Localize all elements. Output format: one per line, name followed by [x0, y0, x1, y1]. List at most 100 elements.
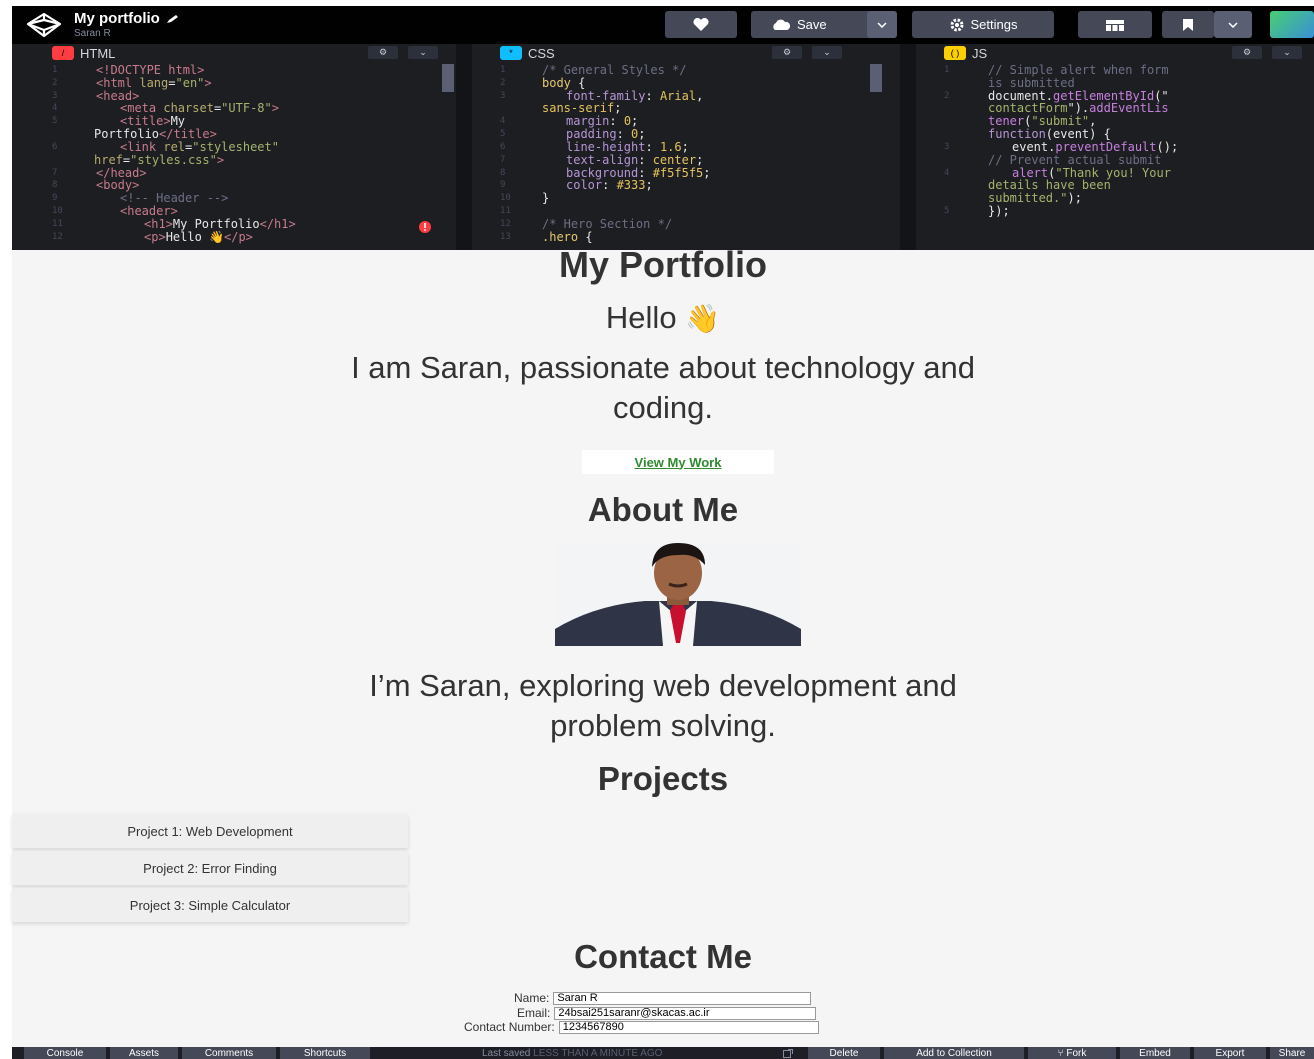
code-editors: / HTML ⚙ ⌄ 1 2 3 4 5 6 7 8 9 10 11 12 <!… [12, 44, 1314, 250]
project-card[interactable]: Project 1: Web Development [12, 814, 408, 848]
line-number: 5 [944, 206, 950, 216]
name-label: Name: [514, 991, 550, 1005]
last-saved-label: Last saved [482, 1047, 531, 1059]
code-line: <!DOCTYPE html> [96, 63, 205, 77]
code-line: details have been [988, 178, 1111, 192]
intro-text-line1: I am Saran, passionate about technology … [351, 350, 975, 385]
line-number: 2 [52, 78, 58, 88]
error-icon[interactable] [418, 220, 432, 234]
line-number: 9 [52, 193, 58, 203]
css-badge-icon: * [500, 46, 522, 60]
external-link-icon[interactable] [778, 1047, 798, 1059]
line-number: 6 [500, 142, 506, 152]
share-button[interactable]: Share [1270, 1047, 1314, 1059]
name-field[interactable] [553, 991, 812, 1005]
code-line: <title>My [120, 114, 186, 128]
save-button[interactable]: Save [751, 11, 877, 38]
greeting: Hello 👋 [12, 300, 1314, 336]
code-line: <body> [96, 178, 140, 192]
line-number: 5 [500, 129, 506, 139]
page-title: My Portfolio [559, 244, 767, 285]
add-to-collection-button[interactable]: Add to Collection [884, 1047, 1024, 1059]
js-editor[interactable]: ( ) JS ⚙ ⌄ 1 2 3 4 5 // Simple alert whe… [916, 44, 1314, 250]
comments-button[interactable]: Comments [182, 1047, 276, 1059]
html-panel-title: HTML [80, 45, 116, 61]
code-line: text-align: center; [566, 153, 704, 167]
html-editor[interactable]: / HTML ⚙ ⌄ 1 2 3 4 5 6 7 8 9 10 11 12 <!… [12, 44, 472, 250]
project-card[interactable]: Project 2: Error Finding [12, 851, 408, 885]
line-number: 8 [52, 180, 58, 190]
settings-button[interactable]: Settings [912, 11, 1054, 38]
chevron-down-icon: ⌄ [419, 47, 427, 58]
html-collapse-button[interactable]: ⌄ [408, 46, 438, 59]
export-button[interactable]: Export [1194, 1047, 1266, 1059]
line-number: 9 [500, 180, 506, 190]
bookmark-icon [1183, 18, 1193, 31]
css-scrollbar[interactable] [870, 64, 882, 92]
code-line: <header> [120, 204, 178, 218]
line-number: 11 [500, 206, 511, 216]
save-dropdown[interactable] [867, 11, 897, 38]
bookmark-button[interactable] [1162, 11, 1214, 38]
result-preview[interactable]: My Portfolio Hello 👋 I am Saran, passion… [12, 244, 1314, 1047]
line-number: 12 [500, 219, 511, 229]
code-line: <link rel="stylesheet" [120, 140, 279, 154]
shortcuts-button[interactable]: Shortcuts [280, 1047, 370, 1059]
js-collapse-button[interactable]: ⌄ [1272, 46, 1302, 59]
layout-icon [1106, 19, 1124, 31]
code-line: }); [988, 204, 1010, 218]
gear-icon: ⚙ [378, 47, 388, 58]
line-number: 5 [52, 116, 58, 126]
about-text-line2: problem solving. [550, 708, 776, 743]
pencil-icon[interactable] [166, 14, 180, 24]
css-settings-button[interactable]: ⚙ [772, 46, 802, 59]
pen-title[interactable]: My portfolio [74, 11, 180, 26]
fork-button[interactable]: ⑂ Fork [1028, 1047, 1116, 1059]
code-line: is submitted [988, 76, 1075, 90]
project-card[interactable]: Project 3: Simple Calculator [12, 888, 408, 922]
editor-header: My portfolio Saran R Save Settings [12, 6, 1314, 44]
code-line: sans-serif; [542, 101, 622, 115]
email-label: Email: [517, 1006, 551, 1020]
assets-button[interactable]: Assets [110, 1047, 178, 1059]
line-number: 10 [500, 193, 511, 203]
projects-heading: Projects [597, 760, 729, 797]
codepen-logo-icon[interactable] [20, 8, 68, 42]
settings-label: Settings [970, 17, 1018, 32]
code-line: /* General Styles */ [542, 63, 687, 77]
email-field[interactable] [554, 1006, 817, 1020]
code-line: Portfolio</title> [94, 127, 217, 141]
css-editor[interactable]: * CSS ⚙ ⌄ 1 2 3 4 5 6 7 8 9 10 11 12 13 … [472, 44, 916, 250]
code-line: padding: 0; [566, 127, 646, 141]
last-saved-time: LESS THAN A MINUTE AGO [533, 1047, 663, 1059]
line-number: 8 [500, 168, 506, 178]
chevron-down-icon [1228, 21, 1238, 28]
layout-button[interactable] [1078, 11, 1152, 38]
phone-row: Contact Number: [464, 1020, 819, 1034]
code-line: submitted."); [988, 191, 1082, 205]
cloud-icon [773, 19, 791, 30]
line-number: 4 [500, 116, 506, 126]
js-settings-button[interactable]: ⚙ [1232, 46, 1262, 59]
delete-button[interactable]: Delete [808, 1047, 880, 1059]
user-avatar[interactable] [1270, 11, 1314, 38]
bookmark-dropdown[interactable] [1214, 11, 1252, 38]
css-collapse-button[interactable]: ⌄ [812, 46, 842, 59]
phone-field[interactable] [558, 1020, 819, 1034]
embed-button[interactable]: Embed [1120, 1047, 1190, 1059]
pen-author[interactable]: Saran R [74, 29, 180, 39]
greeting-text: Hello [605, 300, 677, 335]
line-number: 1 [500, 65, 506, 75]
console-button[interactable]: Console [24, 1047, 106, 1059]
chevron-down-icon: ⌄ [1283, 47, 1291, 58]
line-number: 1 [52, 65, 58, 75]
code-line: // Simple alert when form [988, 63, 1169, 77]
love-button[interactable] [665, 11, 737, 38]
js-badge-icon: ( ) [944, 46, 966, 60]
editor-footer: Console Assets Comments Shortcuts Last s… [12, 1047, 1314, 1059]
line-number: 10 [52, 206, 63, 216]
view-my-work-link[interactable]: View My Work [582, 450, 774, 474]
html-settings-button[interactable]: ⚙ [368, 46, 398, 59]
html-scrollbar[interactable] [442, 64, 454, 92]
code-line: event.preventDefault(); [1012, 140, 1179, 154]
